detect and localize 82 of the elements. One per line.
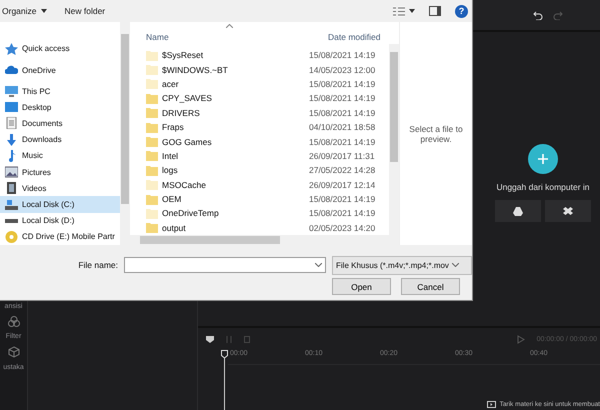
column-header[interactable]: Name <box>130 32 326 42</box>
file-name[interactable]: Fraps <box>130 122 309 133</box>
open-button[interactable]: Open <box>332 278 391 295</box>
file-name[interactable]: MSOCache <box>130 179 309 190</box>
file-name[interactable]: $SysReset <box>130 50 309 61</box>
nav-item[interactable]: Pictures <box>0 164 120 180</box>
file-name[interactable]: GOG Games <box>130 136 309 148</box>
marker-icon[interactable] <box>206 336 214 342</box>
list-view-icon <box>393 6 405 16</box>
nav-item[interactable]: Desktop <box>0 99 120 116</box>
file-name[interactable]: acer <box>130 78 309 90</box>
hard-drive-icon <box>5 218 18 223</box>
organize-menu[interactable]: Organize <box>2 6 46 16</box>
upload-label: Unggah dari komputer in <box>496 182 590 192</box>
playhead[interactable] <box>221 350 228 410</box>
date-modified: 27/05/2022 14:28 <box>309 165 376 176</box>
hard-drive-icon <box>5 198 18 210</box>
nav-item[interactable]: Videos <box>0 180 120 196</box>
nav-item[interactable]: OneDrive <box>0 62 120 78</box>
file-type-dropdown[interactable]: File Khusus (*.m4v;*.mp4;*.mov <box>332 256 472 274</box>
nav-item[interactable]: Local Disk (D:) <box>0 212 120 229</box>
file-name[interactable]: Intel <box>130 150 309 162</box>
date-modified: 15/08/2021 14:19 <box>309 108 376 118</box>
preview-pane-icon[interactable] <box>429 6 441 16</box>
star-icon <box>5 42 18 55</box>
date-modified: 15/08/2021 14:19 <box>309 208 376 218</box>
date-modified: 04/10/2021 18:58 <box>309 122 376 132</box>
download-icon <box>5 134 18 146</box>
undo-icon[interactable] <box>533 10 543 20</box>
redo-icon[interactable] <box>553 10 563 20</box>
new-folder-button[interactable]: New folder <box>64 6 106 16</box>
upload-button[interactable] <box>528 144 558 174</box>
nav-item[interactable]: Music <box>0 148 120 164</box>
drive-button[interactable] <box>495 200 541 222</box>
chevron-icon <box>315 263 322 267</box>
date-modified: 15/08/2021 14:19 <box>309 50 376 60</box>
horizontal-scrollbar[interactable] <box>130 235 399 245</box>
desktop-icon <box>5 101 18 114</box>
dropbox-button[interactable] <box>545 200 591 222</box>
document-icon <box>5 117 18 130</box>
file-name[interactable]: OEM <box>130 194 309 205</box>
cancel-button[interactable]: Cancel <box>401 278 460 295</box>
date-modified: 26/09/2017 11:31 <box>309 150 375 161</box>
file-name-field[interactable] <box>124 257 326 273</box>
nav-item[interactable]: This PC <box>0 82 120 100</box>
plus-icon <box>538 154 548 164</box>
sort-caret-icon <box>226 24 233 28</box>
date-modified: 15/08/2021 14:19 <box>309 78 376 89</box>
nav-item[interactable]: Documents <box>0 115 120 132</box>
cloud-icon <box>5 64 18 76</box>
file-name[interactable]: CPY_SAVES <box>130 92 309 104</box>
picture-icon <box>5 166 18 178</box>
chevron-icon <box>452 263 459 267</box>
file-name[interactable]: DRIVERS <box>130 107 309 118</box>
preview-hint: Select a file to preview. <box>408 124 464 144</box>
file-name[interactable]: output <box>130 222 309 234</box>
computer-icon <box>5 85 18 98</box>
nav-item[interactable]: CD Drive (E:) Mobile Partr <box>0 228 120 246</box>
date-modified: 15/08/2021 14:19 <box>309 136 376 147</box>
date-modified: 26/09/2017 12:14 <box>309 180 376 190</box>
view-menu[interactable] <box>393 6 415 16</box>
caret-icon <box>40 9 46 13</box>
file-name-label: File name: <box>77 260 118 270</box>
play-icon[interactable] <box>516 334 525 344</box>
scrollbar[interactable] <box>389 44 399 235</box>
file-name[interactable]: logs <box>130 164 309 176</box>
file-name[interactable]: OneDriveTemp <box>130 208 309 219</box>
cube-icon[interactable] <box>8 346 20 358</box>
nav-item[interactable]: Downloads <box>0 132 120 148</box>
date-modified: 15/08/2021 14:19 <box>309 194 376 204</box>
date-modified: 02/05/2023 14:20 <box>309 222 376 233</box>
media-icon <box>486 401 496 408</box>
date-modified: 15/08/2021 14:19 <box>309 93 376 104</box>
film-icon <box>5 182 18 194</box>
date-modified: 14/05/2023 12:00 <box>309 64 376 75</box>
file-name[interactable]: $WINDOWS.~BT <box>130 64 309 76</box>
column-header[interactable]: Date modified <box>326 32 380 42</box>
nav-item[interactable]: Quick access <box>0 40 120 58</box>
nav-item[interactable]: Local Disk (C:) <box>0 196 120 213</box>
caret-icon <box>409 9 415 13</box>
filter-icon[interactable] <box>8 316 20 327</box>
help-button[interactable]: ? <box>455 4 468 18</box>
